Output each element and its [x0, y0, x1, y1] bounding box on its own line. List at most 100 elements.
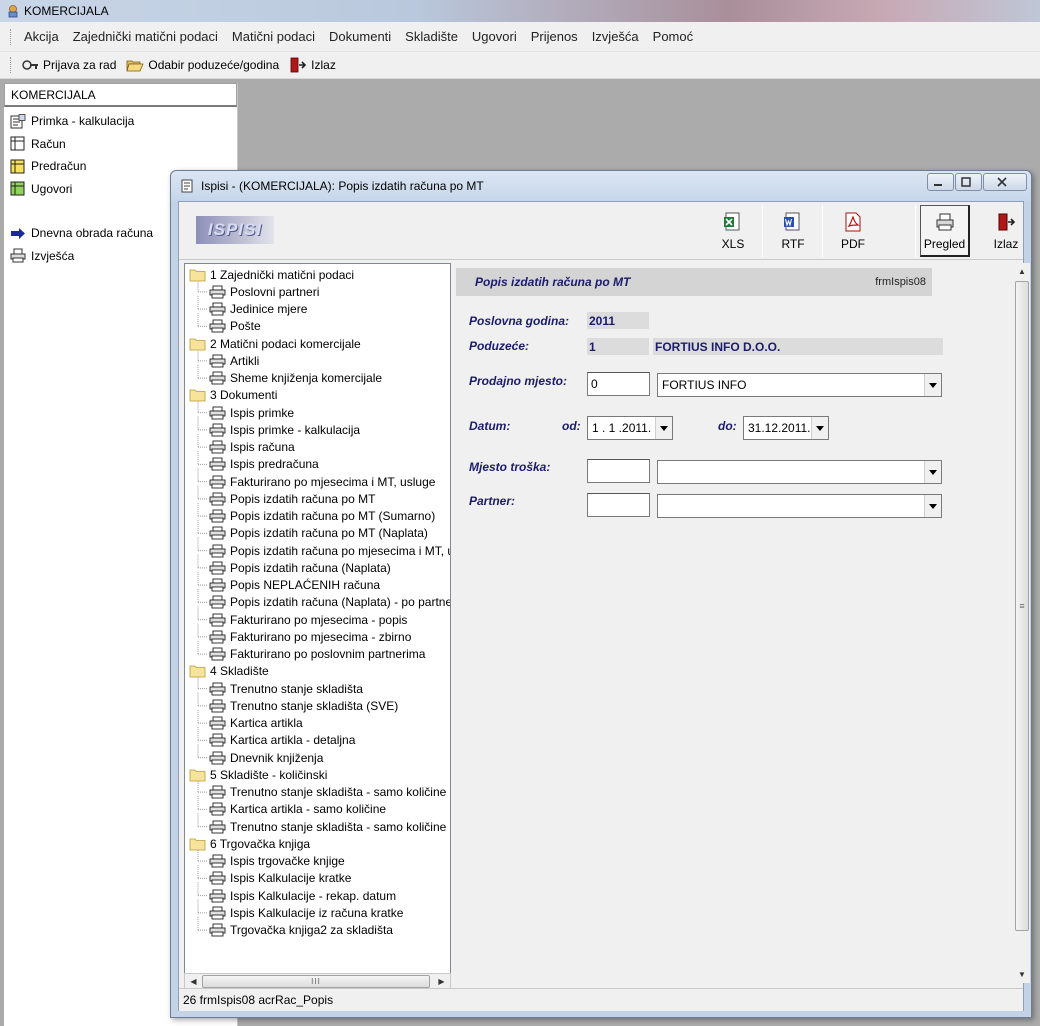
- preview-button[interactable]: Pregled: [920, 205, 970, 257]
- tree-report-item[interactable]: Popis izdatih računa po MT (Sumarno): [185, 508, 435, 525]
- form-vertical-scrollbar[interactable]: ▲ ≡ ▼: [1014, 263, 1030, 983]
- tree-report-item[interactable]: Trenutno stanje skladišta (SVE): [185, 697, 398, 714]
- nav-item-racun[interactable]: Račun: [4, 133, 237, 156]
- minimize-button[interactable]: [927, 173, 954, 191]
- tree-report-item[interactable]: Fakturirano po poslovnim partnerima: [185, 646, 425, 663]
- tree-report-item[interactable]: Kartica artikla - detaljna: [185, 732, 355, 749]
- tree-report-item[interactable]: Popis izdatih računa po mjesecima i MT, …: [185, 542, 450, 559]
- scroll-left-arrow[interactable]: ◀: [185, 974, 202, 989]
- tree-report-item[interactable]: Pošte: [185, 318, 261, 335]
- tree-report-item[interactable]: Trgovačka knjiga2 za skladišta: [185, 922, 393, 939]
- dialog-title-bar[interactable]: Ispisi - (KOMERCIJALA): Popis izdatih ra…: [171, 171, 1031, 201]
- tree-report-item[interactable]: Ispis Kalkulacije iz računa kratke: [185, 904, 403, 921]
- tree-report-item[interactable]: Artikli: [185, 352, 259, 369]
- tree-item-label: 4 Skladište: [210, 664, 269, 679]
- tree-report-item[interactable]: Ispis trgovačke knjige: [185, 853, 345, 870]
- maximize-button[interactable]: [955, 173, 982, 191]
- sales-point-label: Prodajno mjesto:: [469, 374, 568, 388]
- tree-report-item[interactable]: Ispis računa: [185, 439, 295, 456]
- tree-report-item[interactable]: Popis izdatih računa (Naplata): [185, 559, 391, 576]
- tree-report-item[interactable]: Ispis Kalkulacije kratke: [185, 870, 351, 887]
- dropdown-button[interactable]: [924, 461, 941, 483]
- dropdown-button[interactable]: [924, 374, 941, 396]
- dropdown-button[interactable]: [811, 417, 828, 439]
- tree-report-item[interactable]: Dnevnik knjiženja: [185, 749, 323, 766]
- nav-item-primka[interactable]: Primka - kalkulacija: [4, 110, 237, 133]
- dropdown-button[interactable]: [655, 417, 672, 439]
- form-title: Popis izdatih računa po MT: [475, 275, 631, 289]
- tree-folder[interactable]: 4 Skladište: [185, 663, 269, 680]
- tree-report-item[interactable]: Ispis primke - kalkulacija: [185, 421, 360, 438]
- menu-dokumenti[interactable]: Dokumenti: [322, 29, 398, 44]
- xls-label: XLS: [721, 237, 745, 251]
- menu-zajednicki[interactable]: Zajednički matični podaci: [66, 29, 225, 44]
- tree-report-item[interactable]: Trenutno stanje skladišta - samo količin…: [185, 818, 450, 835]
- sales-point-select[interactable]: FORTIUS INFO: [657, 373, 942, 397]
- tree-report-item[interactable]: Ispis primke: [185, 404, 294, 421]
- tree-report-item[interactable]: Trenutno stanje skladišta - samo količin…: [185, 784, 446, 801]
- scroll-right-arrow[interactable]: ▶: [433, 974, 450, 989]
- menu-grip: [10, 28, 13, 45]
- login-icon: [22, 60, 38, 70]
- report-tree: 1 Zajednički matični podaci Poslovni part…: [184, 263, 451, 992]
- nav-item-label: Izvješća: [31, 248, 75, 263]
- tree-report-item[interactable]: Popis NEPLAĆENIH računa: [185, 577, 380, 594]
- form-scroll-thumb[interactable]: ≡: [1015, 281, 1029, 931]
- tree-report-item[interactable]: Popis izdatih računa po MT (Naplata): [185, 525, 428, 542]
- tree-report-item[interactable]: Kartica artikla - samo količine: [185, 801, 386, 818]
- dialog-title: Ispisi - (KOMERCIJALA): Popis izdatih ra…: [201, 179, 484, 193]
- tree-item-label: Poslovni partneri: [230, 284, 320, 299]
- exit-button[interactable]: Izlaz: [285, 57, 340, 73]
- scroll-down-arrow[interactable]: ▼: [1014, 966, 1030, 983]
- tree-scroll-thumb[interactable]: III: [202, 975, 430, 988]
- tree-report-item[interactable]: Trenutno stanje skladišta: [185, 680, 363, 697]
- tree-report-item[interactable]: Fakturirano po mjesecima - zbirno: [185, 628, 411, 645]
- dropdown-button[interactable]: [924, 495, 941, 517]
- tree-folder[interactable]: 5 Skladište - količinski: [185, 766, 327, 783]
- date-from-picker[interactable]: 1 . 1 .2011.: [587, 416, 673, 440]
- menu-skladiste[interactable]: Skladište: [398, 29, 465, 44]
- tree-item-label: Fakturirano po mjesecima - popis: [230, 612, 408, 627]
- tree-report-item[interactable]: Jedinice mjere: [185, 301, 307, 318]
- tree-report-item[interactable]: Kartica artikla: [185, 715, 303, 732]
- date-to-picker[interactable]: 31.12.2011.: [743, 416, 829, 440]
- maximize-icon: [960, 177, 971, 187]
- cost-center-code-input[interactable]: [587, 459, 650, 483]
- printer-icon: [209, 440, 226, 454]
- tree-report-item[interactable]: Popis izdatih računa (Naplata) - po part…: [185, 594, 450, 611]
- sales-point-code-input[interactable]: 0: [587, 372, 650, 396]
- export-xls-button[interactable]: XLS: [708, 205, 758, 257]
- menu-izvjesca[interactable]: Izvješća: [585, 29, 646, 44]
- dialog-exit-button[interactable]: Izlaz: [986, 205, 1026, 257]
- select-company-button[interactable]: Odabir poduzeće/godina: [122, 57, 283, 73]
- tree-folder[interactable]: 6 Trgovačka knjiga: [185, 835, 310, 852]
- printer-icon: [209, 699, 226, 713]
- menu-ugovori[interactable]: Ugovori: [465, 29, 524, 44]
- tree-folder[interactable]: 3 Dokumenti: [185, 387, 277, 404]
- partner-code-input[interactable]: [587, 493, 650, 517]
- export-rtf-button[interactable]: RTF: [768, 205, 818, 257]
- login-button[interactable]: Prijava za rad: [17, 57, 120, 73]
- menu-maticni[interactable]: Matični podaci: [225, 29, 322, 44]
- tree-folder[interactable]: 2 Matični podaci komercijale: [185, 335, 361, 352]
- tree-report-item[interactable]: Fakturirano po mjesecima i MT, usluge: [185, 473, 435, 490]
- folder-icon: [189, 338, 206, 350]
- tree-report-item[interactable]: Sheme knjiženja komercijale: [185, 370, 382, 387]
- open-folder-icon: [126, 60, 144, 72]
- tree-report-item[interactable]: Ispis predračuna: [185, 456, 319, 473]
- scroll-up-arrow[interactable]: ▲: [1014, 263, 1030, 280]
- tree-report-item[interactable]: Popis izdatih računa po MT: [185, 490, 375, 507]
- partner-select[interactable]: [657, 494, 942, 518]
- menu-prijenos[interactable]: Prijenos: [524, 29, 585, 44]
- menu-pomoc[interactable]: Pomoć: [646, 29, 700, 44]
- menu-akcija[interactable]: Akcija: [17, 29, 66, 44]
- tree-report-item[interactable]: Ispis Kalkulacije - rekap. datum: [185, 887, 396, 904]
- cost-center-select[interactable]: [657, 460, 942, 484]
- close-button[interactable]: [983, 173, 1027, 191]
- tree-report-item[interactable]: Fakturirano po mjesecima - popis: [185, 611, 407, 628]
- export-pdf-button[interactable]: PDF: [828, 205, 878, 257]
- chevron-down-icon: [929, 382, 937, 388]
- tree-report-item[interactable]: Poslovni partneri: [185, 283, 319, 300]
- tree-folder[interactable]: 1 Zajednički matični podaci: [185, 266, 354, 283]
- arrow-right-icon: [11, 227, 25, 239]
